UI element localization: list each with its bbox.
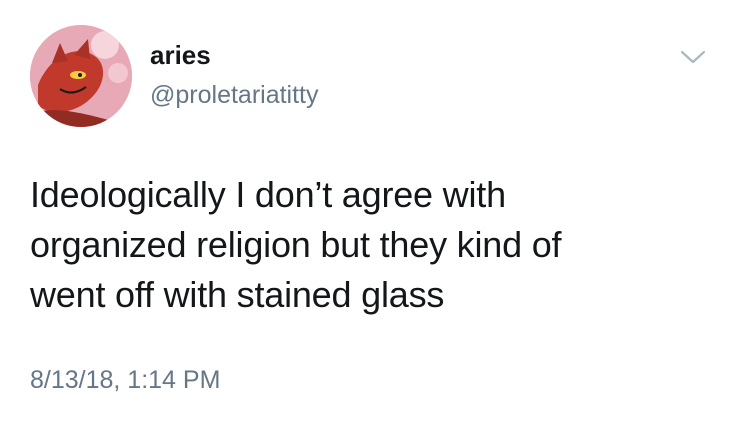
user-handle[interactable]: @proletariatitty: [150, 80, 319, 110]
tweet-card: aries @proletariatitty Ideologically I d…: [0, 0, 735, 434]
chevron-down-icon: [680, 50, 706, 64]
tweet-text-line: Ideologically I don’t agree with: [30, 174, 506, 215]
avatar[interactable]: [30, 25, 132, 127]
tweet-text-line: went off with stained glass: [30, 274, 445, 315]
tweet-menu-button[interactable]: [679, 48, 707, 66]
avatar-icon: [30, 25, 132, 127]
display-name[interactable]: aries: [150, 40, 211, 70]
tweet-text-line: organized religion but they kind of: [30, 224, 562, 265]
tweet-timestamp[interactable]: 8/13/18, 1:14 PM: [30, 364, 220, 396]
tweet-text: Ideologically I don’t agree with organiz…: [30, 170, 710, 320]
